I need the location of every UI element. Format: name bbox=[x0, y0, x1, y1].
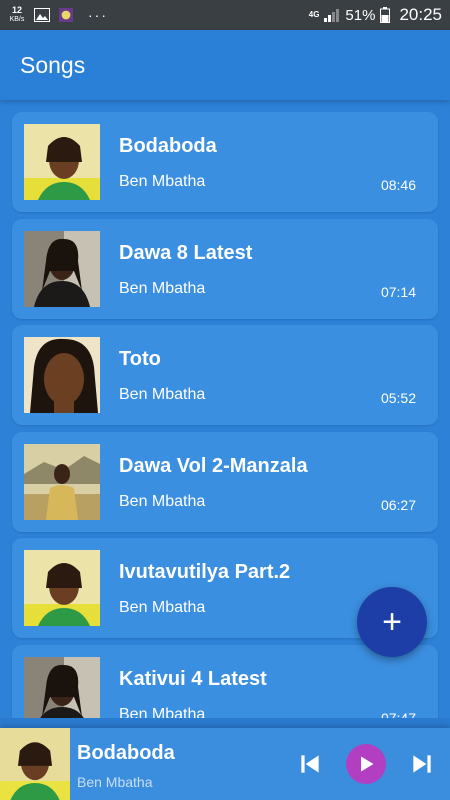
next-button[interactable] bbox=[404, 746, 440, 782]
add-button[interactable]: + bbox=[357, 587, 427, 657]
song-artist: Ben Mbatha bbox=[119, 705, 206, 719]
song-duration: 07:47 bbox=[380, 709, 416, 719]
album-art bbox=[24, 443, 100, 520]
album-art bbox=[24, 656, 100, 718]
song-title: Kativui 4 Latest bbox=[119, 667, 267, 690]
skip-next-icon bbox=[413, 755, 431, 773]
song-title: Dawa 8 Latest bbox=[119, 241, 253, 264]
player-divider bbox=[0, 718, 450, 728]
signal-icon bbox=[324, 9, 340, 22]
song-artist: Ben Mbatha bbox=[119, 386, 206, 403]
player-song-artist: Ben Mbatha bbox=[77, 774, 153, 790]
battery-percent: 51% bbox=[345, 6, 376, 24]
mini-player[interactable]: Bodaboda Ben Mbatha bbox=[0, 728, 450, 800]
status-bar: 12 KB/s ··· 4G 51% 20:25 bbox=[0, 0, 450, 30]
song-duration: 08:46 bbox=[380, 177, 416, 193]
app-bar: Songs bbox=[0, 30, 450, 100]
album-art bbox=[24, 550, 100, 626]
song-title: Dawa Vol 2-Manzala bbox=[119, 454, 308, 477]
song-duration: 05:52 bbox=[380, 390, 416, 406]
play-button[interactable] bbox=[346, 744, 386, 784]
network-type: 4G bbox=[308, 10, 320, 19]
song-duration: 06:27 bbox=[380, 496, 416, 513]
plus-icon: + bbox=[382, 603, 402, 641]
play-icon bbox=[361, 756, 374, 772]
battery-icon bbox=[380, 7, 391, 23]
previous-button[interactable] bbox=[292, 746, 328, 782]
song-duration: 07:14 bbox=[380, 283, 416, 300]
song-artist: Ben Mbatha bbox=[119, 279, 206, 297]
clock: 20:25 bbox=[399, 5, 442, 24]
player-song-title: Bodaboda bbox=[77, 742, 175, 764]
song-artist: Ben Mbatha bbox=[119, 173, 206, 190]
song-title: Toto bbox=[119, 348, 161, 370]
skip-previous-icon bbox=[301, 755, 319, 773]
app-notification-icon bbox=[59, 8, 73, 22]
song-title: Ivutavutilya Part.2 bbox=[119, 561, 291, 583]
page-title: Songs bbox=[20, 51, 86, 78]
song-card[interactable]: Dawa 8 Latest Ben Mbatha 07:14 bbox=[12, 218, 438, 319]
song-artist: Ben Mbatha bbox=[119, 599, 206, 616]
song-card[interactable]: Dawa Vol 2-Manzala Ben Mbatha 06:27 bbox=[12, 431, 438, 532]
album-art bbox=[24, 230, 100, 307]
more-notifications-icon: ··· bbox=[88, 7, 108, 23]
album-art bbox=[24, 124, 100, 200]
song-card[interactable]: Bodaboda Ben Mbatha 08:46 bbox=[12, 112, 438, 212]
song-card[interactable]: Toto Ben Mbatha 05:52 bbox=[12, 325, 438, 425]
song-artist: Ben Mbatha bbox=[119, 492, 206, 510]
image-icon bbox=[34, 8, 50, 22]
player-album-art bbox=[0, 728, 70, 800]
song-title: Bodaboda bbox=[119, 135, 217, 157]
network-speed: 12 KB/s bbox=[9, 5, 25, 24]
album-art bbox=[24, 337, 100, 413]
song-card[interactable]: Kativui 4 Latest Ben Mbatha 07:47 bbox=[12, 644, 438, 719]
